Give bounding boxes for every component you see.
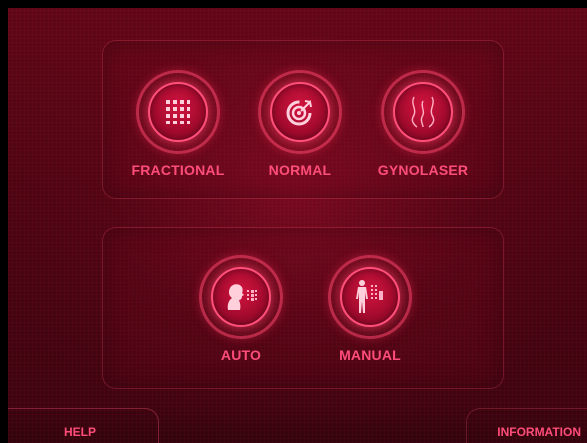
gynolaser-icon xyxy=(411,96,435,128)
fractional-label: FRACTIONAL xyxy=(131,162,225,178)
normal-label: NORMAL xyxy=(268,162,332,178)
manual-button-core xyxy=(340,267,400,327)
auto-ring xyxy=(199,255,283,339)
fractional-mode-button[interactable]: FRACTIONAL xyxy=(126,70,230,178)
normal-ring xyxy=(258,70,342,154)
auto-button-core xyxy=(211,267,271,327)
footer-bar: HELP INFORMATION xyxy=(8,402,587,443)
gynolaser-ring xyxy=(381,70,465,154)
manual-ring xyxy=(328,255,412,339)
normal-mode-button[interactable]: NORMAL xyxy=(248,70,352,178)
target-icon xyxy=(286,99,312,126)
fractional-button-core xyxy=(148,82,208,142)
body-scan-icon xyxy=(356,280,383,313)
fractional-ring xyxy=(136,70,220,154)
manual-label: MANUAL xyxy=(339,347,401,363)
gynolaser-button-core xyxy=(393,82,453,142)
auto-label: AUTO xyxy=(220,347,262,363)
scan-mode-panel xyxy=(102,227,504,389)
main-screen: FRACTIONAL NORMAL GYNOLASER AUTO MANUAL … xyxy=(8,8,587,443)
information-button[interactable]: INFORMATION xyxy=(497,425,581,439)
gynolaser-mode-button[interactable]: GYNOLASER xyxy=(371,70,475,178)
auto-mode-button[interactable]: AUTO xyxy=(189,255,293,363)
grid-icon xyxy=(166,100,190,124)
normal-button-core xyxy=(270,82,330,142)
gynolaser-label: GYNOLASER xyxy=(377,162,469,178)
manual-mode-button[interactable]: MANUAL xyxy=(318,255,422,363)
help-button[interactable]: HELP xyxy=(64,425,96,439)
head-scan-icon xyxy=(227,284,257,310)
